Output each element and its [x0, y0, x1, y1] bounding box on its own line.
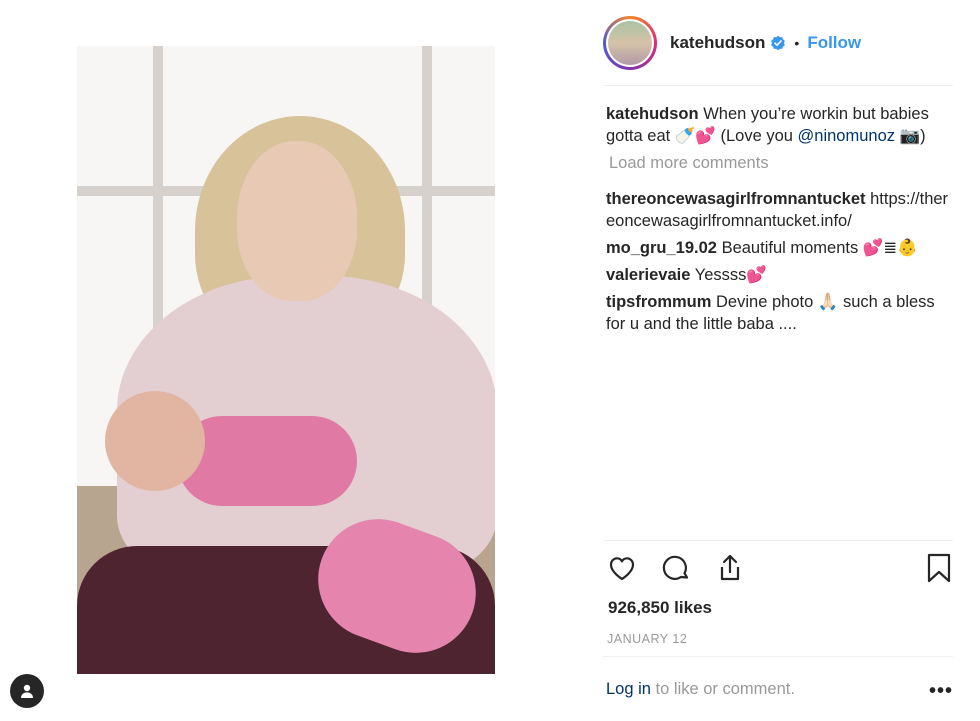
login-link[interactable]: Log in [606, 680, 651, 698]
likes-count[interactable]: 926,850 likes [608, 598, 712, 618]
heart-icon[interactable] [606, 552, 638, 584]
comment-username[interactable]: tipsfrommum [606, 293, 711, 311]
caption-mention-link[interactable]: @ninomunoz [798, 127, 895, 145]
verified-badge-icon [771, 35, 786, 51]
comment-username[interactable]: valerievaie [606, 266, 690, 284]
share-icon[interactable] [714, 552, 746, 584]
list-item: thereoncewasagirlfromnantucket https://t… [606, 188, 952, 232]
caption-text-end: 📷) [895, 127, 926, 145]
caption-username[interactable]: katehudson [606, 105, 699, 123]
person-icon [21, 684, 33, 698]
login-prompt: Log in to like or comment. [606, 680, 795, 699]
list-item: tipsfrommum Devine photo 🙏🏻 such a bless… [606, 291, 952, 335]
baby-body [177, 416, 357, 506]
list-item: valerievaie Yessss💕 [606, 264, 952, 286]
profile-button[interactable] [10, 674, 44, 708]
load-more-comments-button[interactable]: Load more comments [609, 152, 952, 174]
comments-section: katehudson When you’re workin but babies… [606, 103, 952, 340]
avatar-image [608, 21, 652, 65]
comment-text: Beautiful moments 💕≣👶 [721, 239, 918, 257]
post-date[interactable]: JANUARY 12 [607, 632, 687, 646]
header-separator: • [794, 35, 800, 51]
comment-username[interactable]: thereoncewasagirlfromnantucket [606, 190, 866, 208]
comment-bubble-icon[interactable] [660, 552, 692, 584]
footer-divider [603, 656, 953, 657]
header-divider [603, 85, 953, 86]
person-face [237, 141, 357, 301]
action-bar [606, 552, 952, 586]
avatar[interactable] [603, 16, 657, 70]
comment-username[interactable]: mo_gru_19.02 [606, 239, 717, 257]
list-item: mo_gru_19.02 Beautiful moments 💕≣👶 [606, 237, 952, 259]
caption: katehudson When you’re workin but babies… [606, 103, 952, 147]
login-prompt-text: to like or comment. [650, 680, 795, 698]
avatar-border [606, 19, 654, 67]
follow-button[interactable]: Follow [807, 33, 861, 53]
author-username[interactable]: katehudson [670, 33, 765, 53]
post-header: katehudson • Follow [603, 16, 861, 70]
comment-text: Yessss💕 [694, 266, 767, 284]
more-options-button[interactable]: ••• [929, 680, 953, 703]
actions-divider [603, 540, 953, 541]
bookmark-icon[interactable] [923, 552, 955, 584]
baby-head [105, 391, 205, 491]
post-photo[interactable] [77, 46, 495, 674]
